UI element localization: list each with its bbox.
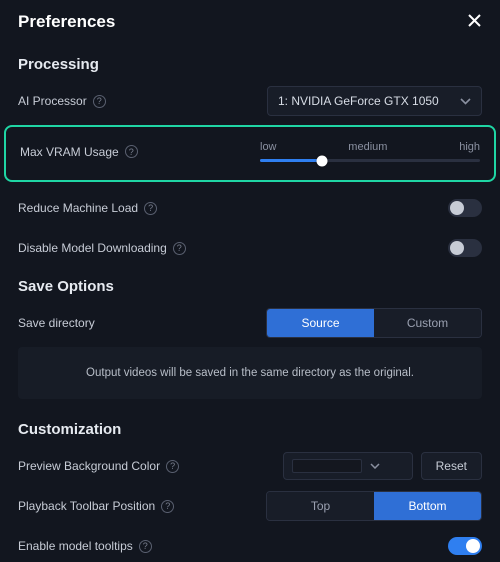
toggle-thumb: [450, 201, 464, 215]
reduce-load-label: Reduce Machine Load: [18, 201, 138, 215]
playback-top-button[interactable]: Top: [267, 492, 374, 520]
save-custom-button[interactable]: Custom: [374, 309, 481, 337]
chevron-down-icon: [460, 98, 471, 105]
processing-section-title: Processing: [18, 56, 482, 73]
max-vram-row: Max VRAM Usage ? low medium high: [4, 125, 496, 182]
chevron-down-icon: [370, 463, 380, 469]
reduce-load-toggle[interactable]: [448, 199, 482, 217]
disable-download-toggle[interactable]: [448, 239, 482, 257]
ai-processor-select[interactable]: 1: NVIDIA GeForce GTX 1050: [267, 86, 482, 116]
save-directory-segment: Source Custom: [266, 308, 482, 338]
customization-section-title: Customization: [18, 421, 482, 438]
bgcolor-select[interactable]: [283, 452, 413, 480]
ai-processor-value: 1: NVIDIA GeForce GTX 1050: [278, 94, 439, 108]
help-icon[interactable]: ?: [125, 145, 138, 158]
playback-bottom-button[interactable]: Bottom: [374, 492, 481, 520]
help-icon[interactable]: ?: [144, 202, 157, 215]
vram-slider[interactable]: [260, 159, 480, 162]
slider-label-high: high: [459, 141, 480, 153]
playback-position-label: Playback Toolbar Position: [18, 499, 155, 513]
slider-label-medium: medium: [348, 141, 387, 153]
toggle-thumb: [466, 539, 480, 553]
max-vram-label: Max VRAM Usage: [20, 145, 119, 159]
help-icon[interactable]: ?: [161, 500, 174, 513]
help-icon[interactable]: ?: [173, 242, 186, 255]
save-section-title: Save Options: [18, 278, 482, 295]
toggle-thumb: [450, 241, 464, 255]
close-icon: [467, 13, 482, 28]
help-icon[interactable]: ?: [93, 95, 106, 108]
slider-label-low: low: [260, 141, 277, 153]
page-title: Preferences: [18, 12, 115, 32]
bgcolor-reset-button[interactable]: Reset: [421, 452, 482, 480]
help-icon[interactable]: ?: [166, 460, 179, 473]
playback-position-segment: Top Bottom: [266, 491, 482, 521]
save-info-panel: Output videos will be saved in the same …: [18, 347, 482, 399]
bgcolor-label: Preview Background Color: [18, 459, 160, 473]
save-source-button[interactable]: Source: [267, 309, 374, 337]
help-icon[interactable]: ?: [139, 540, 152, 553]
ai-processor-label: AI Processor: [18, 94, 87, 108]
slider-thumb[interactable]: [316, 155, 327, 166]
close-button[interactable]: [467, 13, 482, 31]
disable-download-label: Disable Model Downloading: [18, 241, 167, 255]
slider-fill: [260, 159, 322, 162]
save-directory-label: Save directory: [18, 316, 95, 330]
tooltips-label: Enable model tooltips: [18, 539, 133, 553]
color-swatch: [292, 459, 362, 473]
